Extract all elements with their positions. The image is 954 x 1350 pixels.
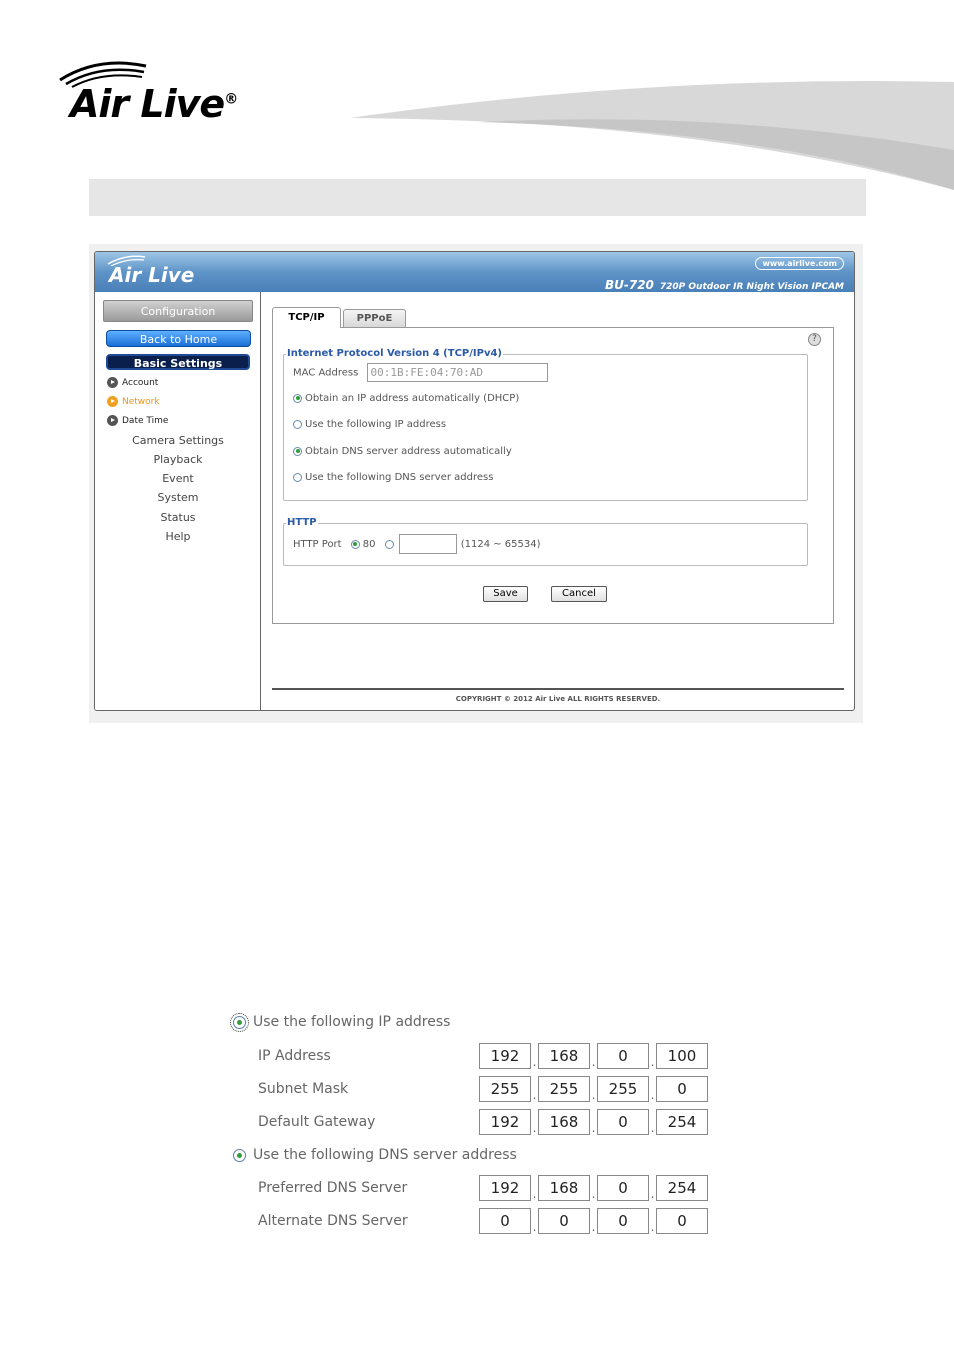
static-ip-radio[interactable] — [230, 1012, 249, 1032]
save-button[interactable]: Save — [483, 586, 528, 602]
gateway-octet-2[interactable]: 168 — [538, 1109, 590, 1135]
configuration-button[interactable]: Configuration — [103, 300, 253, 322]
app-header: Air Live www.airlive.com BU-720 720P Outd… — [95, 252, 854, 292]
dhcp-radio[interactable] — [293, 393, 302, 403]
play-icon — [107, 396, 118, 407]
sidebar: Configuration Back to Home Basic Setting… — [95, 292, 261, 710]
sidebar-item-status[interactable]: Status — [95, 511, 261, 524]
option-static-ip[interactable]: Use the following IP address — [293, 419, 446, 430]
gateway-fields: 192. 168. 0. 254 — [479, 1109, 708, 1135]
ip-address-label: IP Address — [258, 1048, 331, 1064]
http-port-label: HTTP Port — [293, 539, 342, 550]
mask-octet-2[interactable]: 255 — [538, 1076, 590, 1102]
gateway-octet-4[interactable]: 254 — [656, 1109, 708, 1135]
subnet-mask-label: Subnet Mask — [258, 1081, 349, 1097]
ip-address-fields: 192. 168. 0. 100 — [479, 1043, 708, 1069]
tcp-ip-panel: ? Internet Protocol Version 4 (TCP/IPv4)… — [272, 327, 834, 624]
port-range-hint: (1124 ~ 65534) — [460, 539, 541, 550]
manual-dns-radio[interactable] — [293, 472, 302, 482]
mask-octet-4[interactable]: 0 — [656, 1076, 708, 1102]
mask-octet-3[interactable]: 255 — [597, 1076, 649, 1102]
option-manual-dns[interactable]: Use the following DNS server address — [293, 472, 493, 483]
http-legend: HTTP — [286, 517, 318, 528]
alt-dns-octet-4[interactable]: 0 — [656, 1208, 708, 1234]
camera-ui-screenshot: Air Live www.airlive.com BU-720 720P Outd… — [89, 244, 863, 723]
alternate-dns-label: Alternate DNS Server — [258, 1213, 408, 1229]
preferred-dns-fields: 192. 168. 0. 254 — [479, 1175, 708, 1201]
ip-octet-2[interactable]: 168 — [538, 1043, 590, 1069]
help-icon[interactable]: ? — [808, 333, 821, 346]
pref-dns-octet-2[interactable]: 168 — [538, 1175, 590, 1201]
app-logo: Air Live — [107, 255, 194, 287]
gateway-label: Default Gateway — [258, 1114, 376, 1130]
app-logo-arcs-icon — [107, 255, 146, 266]
manual-dns-radio[interactable] — [233, 1148, 246, 1162]
sidebar-item-help[interactable]: Help — [95, 530, 261, 543]
alt-dns-octet-1[interactable]: 0 — [479, 1208, 531, 1234]
http-port-row: HTTP Port 80 (1124 ~ 65534) — [293, 534, 541, 554]
option-auto-dns[interactable]: Obtain DNS server address automatically — [293, 446, 512, 457]
ipv4-fieldset: Internet Protocol Version 4 (TCP/IPv4) M… — [283, 348, 808, 501]
static-ip-option[interactable]: Use the following IP address — [230, 1012, 450, 1032]
model-info: BU-720 720P Outdoor IR Night Vision IPCAM — [605, 274, 844, 293]
alternate-dns-fields: 0.0.0.0 — [479, 1208, 708, 1234]
preferred-dns-label: Preferred DNS Server — [258, 1180, 408, 1196]
model-description: 720P Outdoor IR Night Vision IPCAM — [659, 282, 844, 292]
mac-label: MAC Address — [293, 367, 359, 379]
pref-dns-octet-4[interactable]: 254 — [656, 1175, 708, 1201]
cancel-button[interactable]: Cancel — [551, 586, 607, 602]
back-to-home-button[interactable]: Back to Home — [106, 330, 251, 347]
sidebar-item-account[interactable]: Account — [107, 376, 158, 390]
pref-dns-octet-3[interactable]: 0 — [597, 1175, 649, 1201]
play-icon — [107, 415, 118, 426]
ip-octet-3[interactable]: 0 — [597, 1043, 649, 1069]
tab-tcp-ip[interactable]: TCP/IP — [272, 307, 341, 328]
default-port-radio[interactable] — [350, 539, 360, 549]
header-swoosh-icon — [350, 81, 954, 190]
model-name: BU-720 — [604, 278, 654, 292]
ip-octet-1[interactable]: 192 — [479, 1043, 531, 1069]
airlive-site-link[interactable]: www.airlive.com — [755, 257, 844, 270]
tab-pppoe[interactable]: PPPoE — [343, 309, 406, 327]
ipv4-legend: Internet Protocol Version 4 (TCP/IPv4) — [286, 348, 503, 359]
mac-address-field: 00:1B:FE:04:70:AD — [367, 363, 549, 382]
sidebar-item-playback[interactable]: Playback — [95, 453, 261, 466]
custom-port-input[interactable] — [398, 534, 457, 554]
gateway-octet-1[interactable]: 192 — [479, 1109, 531, 1135]
sidebar-item-date-time[interactable]: Date Time — [107, 414, 168, 428]
alt-dns-octet-2[interactable]: 0 — [538, 1208, 590, 1234]
copyright-text: COPYRIGHT © 2012 Air Live ALL RIGHTS RES… — [455, 695, 661, 703]
basic-settings-button[interactable]: Basic Settings — [106, 354, 250, 370]
option-dhcp[interactable]: Obtain an IP address automatically (DHCP… — [293, 393, 519, 404]
play-icon — [107, 377, 118, 388]
ip-octet-4[interactable]: 100 — [656, 1043, 708, 1069]
gateway-octet-3[interactable]: 0 — [597, 1109, 649, 1135]
sidebar-item-camera-settings[interactable]: Camera Settings — [95, 434, 261, 447]
sidebar-item-event[interactable]: Event — [95, 472, 261, 485]
static-ip-radio[interactable] — [293, 419, 302, 429]
mac-row: MAC Address 00:1B:FE:04:70:AD — [293, 363, 549, 382]
section-bar — [89, 179, 866, 216]
footer-divider — [272, 688, 844, 690]
sidebar-item-network[interactable]: Network — [107, 395, 160, 409]
mask-octet-1[interactable]: 255 — [479, 1076, 531, 1102]
subnet-mask-fields: 255. 255. 255. 0 — [479, 1076, 708, 1102]
pref-dns-octet-1[interactable]: 192 — [479, 1175, 531, 1201]
manual-dns-option[interactable]: Use the following DNS server address — [233, 1147, 517, 1163]
default-port-value: 80 — [362, 539, 376, 550]
alt-dns-octet-3[interactable]: 0 — [597, 1208, 649, 1234]
sidebar-item-system[interactable]: System — [95, 491, 261, 504]
auto-dns-radio[interactable] — [293, 446, 302, 456]
camera-web-app: Air Live www.airlive.com BU-720 720P Outd… — [94, 251, 855, 711]
custom-port-radio[interactable] — [384, 539, 394, 549]
http-fieldset: HTTP HTTP Port 80 (1124 ~ 65534) — [283, 517, 808, 566]
